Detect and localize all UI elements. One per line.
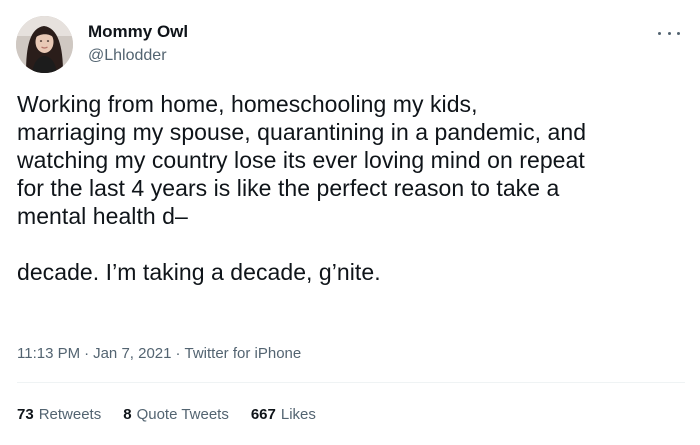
quote-tweets-stat[interactable]: 8 Quote Tweets <box>123 405 229 425</box>
tweet-source[interactable]: Twitter for iPhone <box>185 345 302 362</box>
likes-stat[interactable]: 667 Likes <box>251 405 316 425</box>
avatar-image <box>16 16 73 73</box>
author-names: Mommy Owl @Lhlodder <box>88 21 188 67</box>
avatar[interactable] <box>16 16 73 73</box>
retweets-stat[interactable]: 73 Retweets <box>17 405 101 425</box>
tweet-paragraph: Working from home, homeschooling my kids… <box>17 91 587 229</box>
tweet: Mommy Owl @Lhlodder Working from home, h… <box>0 0 700 445</box>
separator: · <box>175 345 181 362</box>
dot-icon <box>658 31 661 35</box>
more-options-icon[interactable] <box>658 26 680 40</box>
tweet-stats: 73 Retweets 8 Quote Tweets 667 Likes <box>17 405 316 425</box>
tweet-meta: 11:13 PM · Jan 7, 2021 · Twitter for iPhone <box>17 344 301 364</box>
quote-tweets-label: Quote Tweets <box>136 406 229 423</box>
tweet-paragraph: decade. I’m taking a decade, g’nite. <box>17 259 381 285</box>
separator: · <box>84 345 90 362</box>
retweets-count: 73 <box>17 406 34 423</box>
dot-icon <box>677 31 680 35</box>
tweet-text: Working from home, homeschooling my kids… <box>17 90 687 286</box>
quote-tweets-count: 8 <box>123 406 132 423</box>
tweet-header: Mommy Owl @Lhlodder <box>16 16 684 76</box>
display-name[interactable]: Mommy Owl <box>88 21 188 43</box>
user-handle[interactable]: @Lhlodder <box>88 45 188 67</box>
tweet-date[interactable]: Jan 7, 2021 <box>93 345 171 362</box>
divider <box>17 382 685 383</box>
dot-icon <box>667 31 671 35</box>
likes-label: Likes <box>280 406 316 423</box>
tweet-time[interactable]: 11:13 PM <box>17 345 80 362</box>
likes-count: 667 <box>250 406 276 423</box>
retweets-label: Retweets <box>38 406 102 423</box>
